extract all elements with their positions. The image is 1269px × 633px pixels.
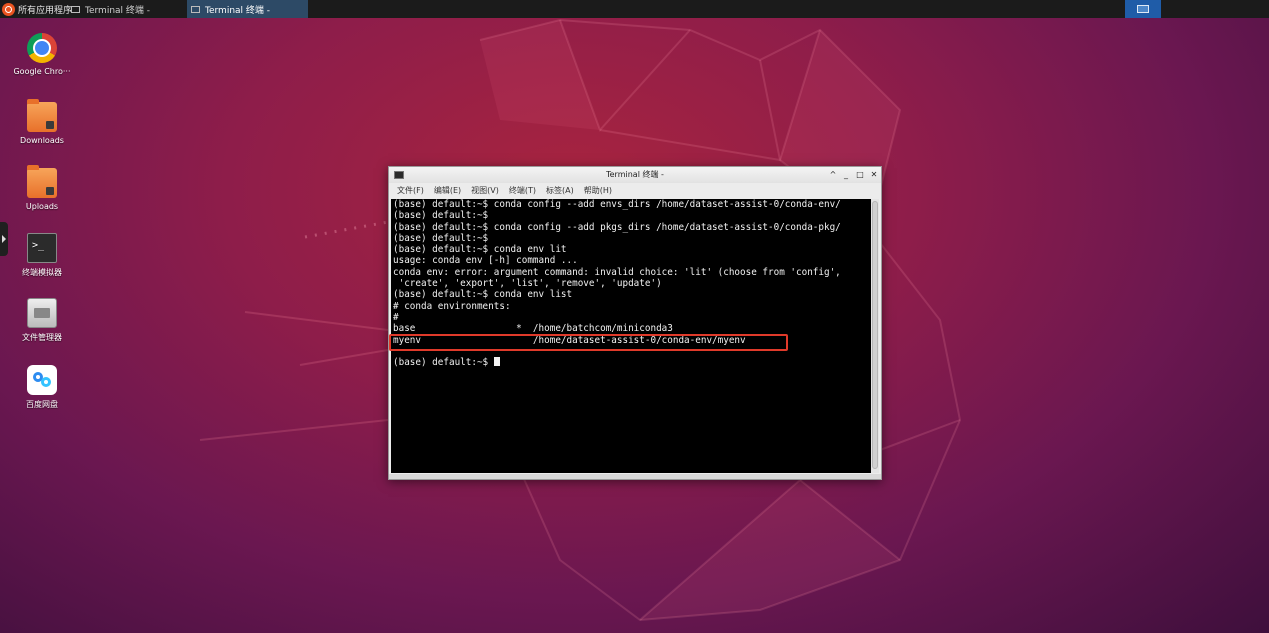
desktop-icon-label: 文件管理器 (22, 333, 62, 342)
desktop-icon-label: 百度网盘 (26, 400, 58, 409)
terminal-prompt: (base) default:~$ (393, 357, 494, 369)
desktop-icon-baidu-netdisk[interactable]: 百度网盘 (4, 365, 80, 410)
terminal-icon: >_ (27, 233, 57, 263)
highlight-box (389, 334, 788, 351)
shade-button[interactable]: ^ (828, 169, 838, 181)
terminal-line: (base) default:~$ conda config --add env… (393, 199, 841, 210)
close-button[interactable]: ✕ (869, 169, 879, 181)
terminal-line: 'create', 'export', 'list', 'remove', 'u… (393, 278, 662, 290)
taskbar-item-label: Terminal 终端 - (205, 5, 271, 16)
terminal-line: conda env: error: argument command: inva… (393, 266, 841, 278)
terminal-line: # conda environments: (393, 300, 511, 312)
workspace-icon (1137, 5, 1149, 13)
app-menu-label: 所有应用程序 (18, 5, 73, 16)
app-menu-button[interactable]: 所有应用程序 (0, 0, 72, 18)
terminal-line: (base) default:~$ conda env list (393, 289, 573, 301)
taskbar-item-terminal-2[interactable]: Terminal 终端 - (187, 0, 308, 18)
workspace-switcher[interactable] (1125, 0, 1161, 18)
terminal-line: # (393, 311, 399, 323)
desktop-icon-label: 终端模拟器 (22, 268, 62, 277)
menu-tabs[interactable]: 标签(A) (546, 184, 574, 198)
scrollbar-thumb[interactable] (872, 201, 878, 469)
terminal-line: base * /home/batchcom/miniconda3 (393, 323, 673, 335)
terminal-menubar: 文件(F) 编辑(E) 视图(V) 终端(T) 标签(A) 帮助(H) (389, 184, 881, 198)
taskbar-item-label: Terminal 终端 - (85, 5, 151, 16)
taskbar-item-terminal-1[interactable]: Terminal 终端 - (67, 0, 185, 18)
desktop-icon-terminal[interactable]: >_ 终端模拟器 (4, 233, 80, 278)
desktop-icon-label: Google Chro··· (13, 67, 71, 76)
file-manager-icon (27, 298, 57, 328)
ubuntu-logo-icon (2, 2, 15, 16)
terminal-line: (base) default:~$ (393, 232, 489, 244)
maximize-button[interactable]: □ (855, 169, 865, 181)
folder-icon (27, 99, 57, 132)
terminal-line: (base) default:~$ (393, 210, 489, 222)
terminal-window[interactable]: Terminal 终端 - ^ _ □ ✕ 文件(F) 编辑(E) 视图(V) … (388, 166, 882, 480)
desktop-icon-label: Uploads (25, 202, 59, 211)
baidu-netdisk-icon (27, 365, 57, 395)
folder-icon (27, 165, 57, 198)
window-titlebar[interactable]: Terminal 终端 - ^ _ □ ✕ (389, 167, 881, 183)
window-bottom-edge (389, 474, 881, 479)
menu-view[interactable]: 视图(V) (471, 184, 499, 198)
top-panel: 所有应用程序 Terminal 终端 - Terminal 终端 - (0, 0, 1269, 18)
window-icon (191, 5, 200, 13)
desktop-icon-chrome[interactable]: Google Chro··· (4, 33, 80, 76)
terminal-scrollbar[interactable] (871, 199, 879, 473)
menu-file[interactable]: 文件(F) (397, 184, 424, 198)
terminal-line: (base) default:~$ conda config --add pkg… (393, 221, 841, 233)
minimize-button[interactable]: _ (841, 169, 851, 181)
window-title: Terminal 终端 - (606, 170, 664, 179)
terminal-line: usage: conda env [-h] command ... (393, 255, 578, 267)
menu-terminal[interactable]: 终端(T) (509, 184, 536, 198)
chrome-icon (27, 33, 57, 63)
menu-edit[interactable]: 编辑(E) (434, 184, 461, 198)
terminal-prompt-line: (base) default:~$ (391, 357, 871, 368)
window-icon (71, 5, 80, 13)
desktop-icon-label: Downloads (20, 136, 64, 145)
terminal-line: (base) default:~$ conda env lit (393, 244, 567, 256)
text-cursor (493, 357, 500, 367)
menu-help[interactable]: 帮助(H) (584, 184, 612, 198)
desktop-icon-file-manager[interactable]: 文件管理器 (4, 298, 80, 343)
desktop-icon-downloads[interactable]: Downloads (4, 99, 80, 145)
desktop-icon-uploads[interactable]: Uploads (4, 165, 80, 211)
